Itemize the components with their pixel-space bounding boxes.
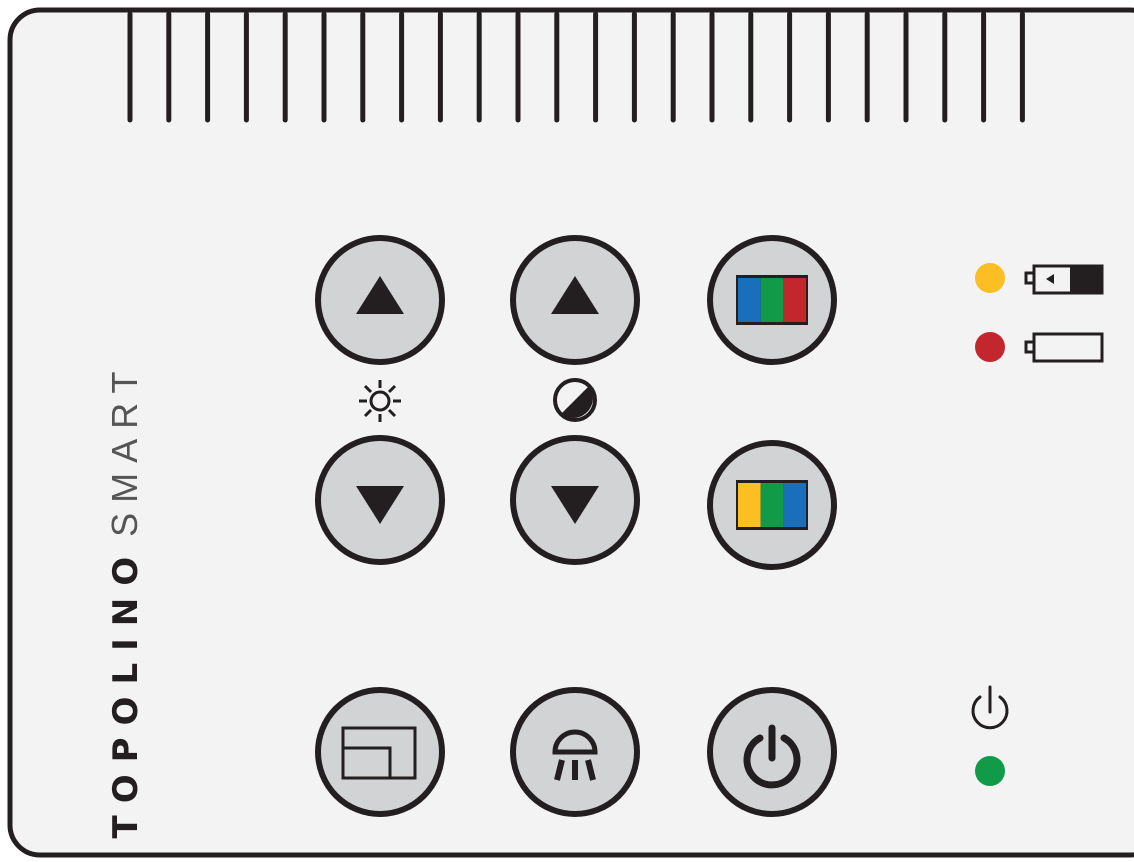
color-mode-1-button[interactable]	[707, 235, 837, 365]
contrast-down-button[interactable]	[510, 435, 640, 565]
color-bar	[760, 278, 784, 322]
power-led	[975, 756, 1005, 786]
power-button[interactable]	[707, 687, 837, 817]
color-bars-icon	[738, 483, 807, 527]
control-panel: TOPOLINO SMART	[0, 0, 1134, 862]
brand-name-light: SMART	[104, 361, 145, 537]
color-bar	[738, 483, 761, 527]
contrast-up-button[interactable]	[510, 235, 640, 365]
color-mode-2-button[interactable]	[707, 440, 837, 570]
battery-low-led	[975, 332, 1005, 362]
charging-led	[975, 263, 1005, 293]
color-bar	[783, 483, 807, 527]
contrast-icon	[553, 378, 597, 422]
battery-empty-icon	[1024, 332, 1104, 363]
color-bar	[783, 278, 807, 322]
light-button[interactable]	[510, 687, 640, 817]
brand-name-bold: TOPOLINO	[106, 544, 146, 839]
color-bar	[738, 278, 761, 322]
window-button[interactable]	[315, 687, 445, 817]
brand-label: TOPOLINO SMART	[104, 362, 146, 839]
battery-charging-icon	[1024, 264, 1104, 295]
color-bars-icon	[738, 278, 807, 322]
brightness-up-button[interactable]	[315, 235, 445, 365]
panel-drawing	[7, 7, 1134, 858]
brightness-down-button[interactable]	[315, 435, 445, 565]
color-bar	[760, 483, 784, 527]
